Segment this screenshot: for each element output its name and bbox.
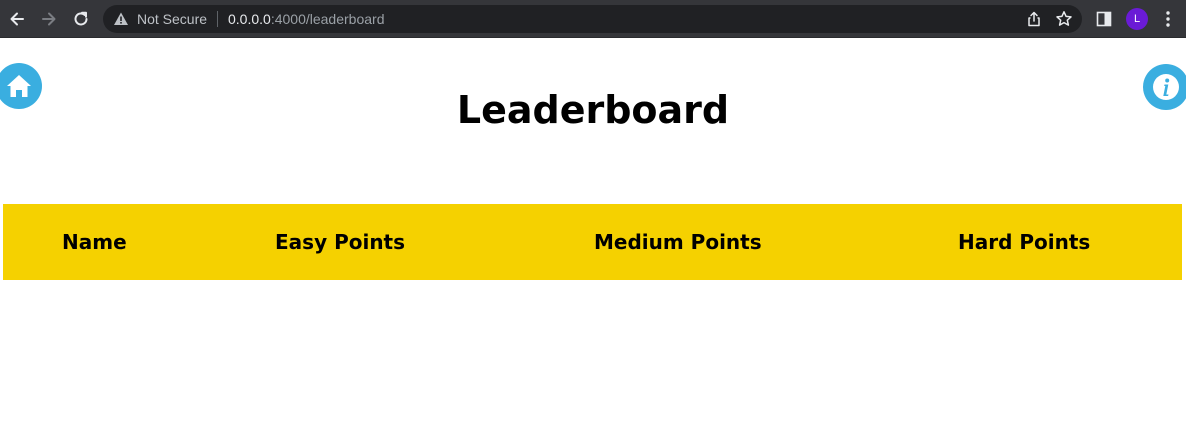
column-header-name: Name xyxy=(62,230,127,254)
leaderboard-header-row: Name Easy Points Medium Points Hard Poin… xyxy=(3,204,1182,280)
more-vert-icon[interactable] xyxy=(1160,10,1176,28)
security-label[interactable]: Not Secure xyxy=(137,11,207,27)
forward-button[interactable] xyxy=(37,7,61,31)
column-header-hard-points: Hard Points xyxy=(958,230,1091,254)
reload-button[interactable] xyxy=(69,7,93,31)
share-icon[interactable] xyxy=(1026,11,1042,27)
bookmark-star-icon[interactable] xyxy=(1055,10,1073,28)
arrow-left-icon xyxy=(10,12,24,26)
browser-toolbar: Not Secure 0.0.0.0:4000/leaderboard L xyxy=(0,0,1186,38)
address-bar[interactable]: Not Secure 0.0.0.0:4000/leaderboard xyxy=(103,5,1082,33)
warning-icon[interactable] xyxy=(113,11,129,27)
profile-avatar[interactable]: L xyxy=(1126,8,1148,30)
url-path: :4000/leaderboard xyxy=(270,11,385,27)
column-header-medium-points: Medium Points xyxy=(594,230,762,254)
url-host: 0.0.0.0 xyxy=(228,11,271,27)
omnibox-divider xyxy=(217,11,218,27)
arrow-right-icon xyxy=(42,12,56,26)
back-button[interactable] xyxy=(5,7,29,31)
page-title: Leaderboard xyxy=(456,88,730,132)
url-text[interactable]: 0.0.0.0:4000/leaderboard xyxy=(228,11,384,27)
side-panel-icon[interactable] xyxy=(1096,11,1112,27)
column-header-easy-points: Easy Points xyxy=(275,230,406,254)
reload-icon xyxy=(74,11,88,26)
